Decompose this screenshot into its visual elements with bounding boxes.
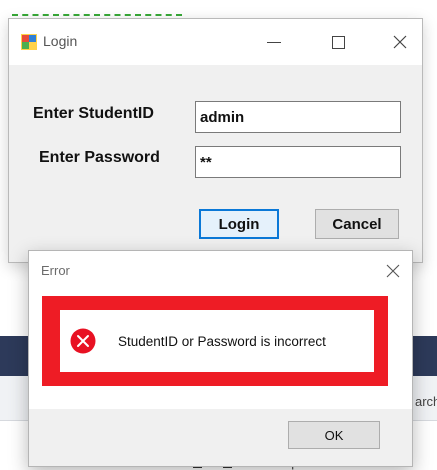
- password-label: Enter Password: [39, 149, 160, 166]
- error-dialog-title: Error: [41, 263, 70, 278]
- minimize-icon: [267, 41, 281, 43]
- password-input[interactable]: [195, 146, 401, 178]
- app-window-icon: [21, 34, 37, 50]
- close-icon: [393, 35, 407, 49]
- close-icon: [386, 264, 400, 278]
- login-close-button[interactable]: [383, 25, 417, 59]
- student-id-input[interactable]: [195, 101, 401, 133]
- error-message-area: StudentID or Password is incorrect: [60, 310, 374, 372]
- error-dialog-body: StudentID or Password is incorrect: [29, 291, 412, 409]
- background-search-fragment: arch: [415, 394, 437, 409]
- student-id-label: Enter StudentID: [33, 105, 154, 122]
- error-titlebar: Error: [29, 251, 412, 291]
- error-icon: [70, 328, 96, 354]
- ok-button[interactable]: OK: [288, 421, 380, 449]
- error-dialog: Error StudentID or Password is incorrect…: [28, 250, 413, 467]
- login-window-title: Login: [43, 33, 78, 49]
- minimize-button[interactable]: [257, 25, 291, 59]
- error-message: StudentID or Password is incorrect: [118, 333, 326, 349]
- login-button[interactable]: Login: [199, 209, 279, 239]
- cancel-button[interactable]: Cancel: [315, 209, 399, 239]
- maximize-button[interactable]: [321, 25, 355, 59]
- maximize-icon: [331, 35, 345, 49]
- login-window: Login Enter StudentID Enter Password Log…: [8, 18, 423, 263]
- error-highlight-box: StudentID or Password is incorrect: [42, 296, 388, 386]
- background-dashed-line: [12, 14, 182, 16]
- login-titlebar: Login: [9, 19, 422, 65]
- error-close-button[interactable]: [379, 257, 407, 285]
